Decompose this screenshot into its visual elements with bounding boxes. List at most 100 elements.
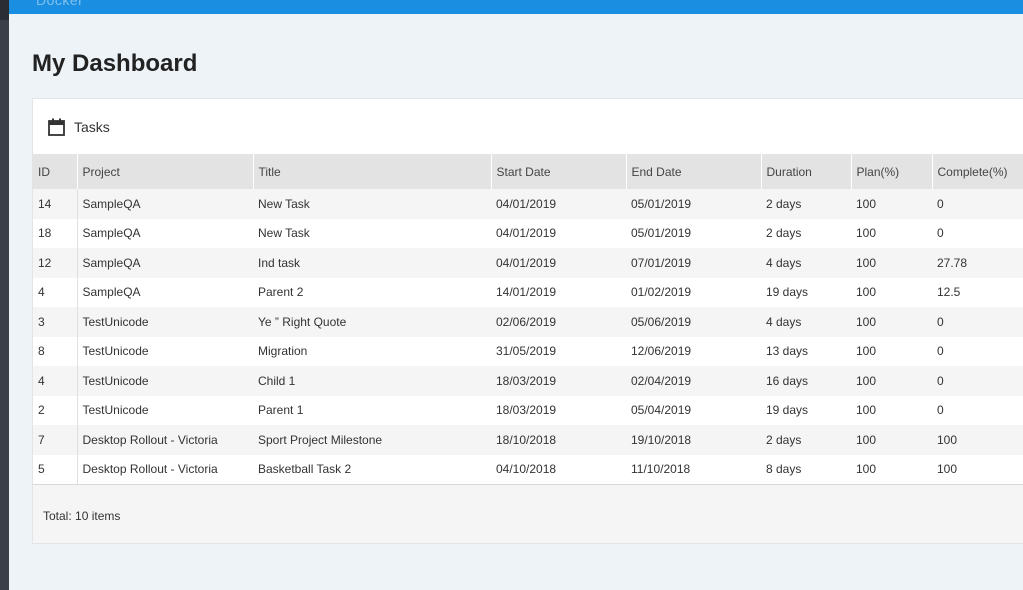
cell-project: TestUnicode: [82, 373, 149, 388]
cell-complete: 0: [937, 226, 944, 241]
cell-id: 12: [33, 248, 78, 278]
cell-id: 4: [33, 277, 78, 307]
column-header-project[interactable]: Project: [77, 154, 254, 189]
cell-title: Sport Project Milestone: [258, 432, 383, 447]
cell-project: TestUnicode: [82, 314, 149, 329]
cell-title: Ye ” Right Quote: [258, 314, 347, 329]
cell-plan: 100: [856, 285, 877, 300]
cell-start-date: 14/01/2019: [496, 285, 557, 300]
cell-end-date: 01/02/2019: [631, 285, 692, 300]
cell-id: 14: [33, 189, 78, 219]
cell-complete: 100: [937, 462, 958, 477]
cell-duration: 4 days: [766, 314, 802, 329]
cell-plan: 100: [856, 314, 877, 329]
cell-title: New Task: [258, 196, 310, 211]
table-row[interactable]: 5 Desktop Rollout - Victoria Basketball …: [33, 454, 1023, 484]
cell-start-date: 18/10/2018: [496, 432, 557, 447]
table-row[interactable]: 7 Desktop Rollout - Victoria Sport Proje…: [33, 425, 1023, 455]
cell-end-date: 05/01/2019: [631, 196, 692, 211]
cell-end-date: 12/06/2019: [631, 344, 692, 359]
column-header-title[interactable]: Title: [253, 154, 492, 189]
cell-plan: 100: [856, 432, 877, 447]
cell-id: 7: [33, 425, 78, 455]
tasks-panel: Tasks ID Project Title Start Date End Da…: [32, 98, 1023, 544]
table-row[interactable]: 2 TestUnicode Parent 1 18/03/2019 05/04/…: [33, 395, 1023, 425]
cell-title: Parent 2: [258, 285, 304, 300]
cell-title: Child 1: [258, 373, 296, 388]
column-header-plan[interactable]: Plan(%): [851, 154, 933, 189]
cell-plan: 100: [856, 255, 877, 270]
cell-id: 3: [33, 307, 78, 337]
cell-project: TestUnicode: [82, 344, 149, 359]
cell-duration: 19 days: [766, 403, 809, 418]
cell-id: 18: [33, 218, 78, 248]
top-navbar: Docker: [9, 0, 1023, 14]
cell-id: 2: [33, 395, 78, 425]
column-header-start-date[interactable]: Start Date: [491, 154, 627, 189]
cell-complete: 100: [937, 432, 958, 447]
table-row[interactable]: 14 SampleQA New Task 04/01/2019 05/01/20…: [33, 189, 1023, 219]
cell-start-date: 04/01/2019: [496, 196, 557, 211]
table-row[interactable]: 4 TestUnicode Child 1 18/03/2019 02/04/2…: [33, 366, 1023, 396]
cell-plan: 100: [856, 373, 877, 388]
cell-duration: 13 days: [766, 344, 809, 359]
cell-plan: 100: [856, 403, 877, 418]
cell-complete: 0: [937, 344, 944, 359]
cell-project: Desktop Rollout - Victoria: [82, 462, 218, 477]
cell-start-date: 18/03/2019: [496, 373, 557, 388]
cell-title: Ind task: [258, 255, 301, 270]
table-row[interactable]: 3 TestUnicode Ye ” Right Quote 02/06/201…: [33, 307, 1023, 337]
tasks-table: ID Project Title Start Date End Date Dur…: [33, 154, 1023, 484]
cell-complete: 0: [937, 373, 944, 388]
cell-duration: 19 days: [766, 285, 809, 300]
cell-complete: 27.78: [937, 255, 968, 270]
cell-id: 5: [33, 454, 78, 484]
cell-duration: 2 days: [766, 432, 802, 447]
column-header-id[interactable]: ID: [33, 154, 78, 189]
cell-start-date: 02/06/2019: [496, 314, 557, 329]
left-sidebar-edge: [0, 0, 9, 590]
table-row[interactable]: 4 SampleQA Parent 2 14/01/2019 01/02/201…: [33, 277, 1023, 307]
cell-project: SampleQA: [82, 255, 141, 270]
cell-plan: 100: [856, 344, 877, 359]
cell-end-date: 19/10/2018: [631, 432, 692, 447]
brand-logo-text[interactable]: Docker: [36, 0, 83, 8]
cell-project: TestUnicode: [82, 403, 149, 418]
cell-end-date: 05/04/2019: [631, 403, 692, 418]
page-title: My Dashboard: [32, 50, 198, 77]
cell-id: 4: [33, 366, 78, 396]
cell-start-date: 04/01/2019: [496, 255, 557, 270]
cell-title: Basketball Task 2: [258, 462, 352, 477]
cell-start-date: 18/03/2019: [496, 403, 557, 418]
cell-complete: 0: [937, 403, 944, 418]
cell-id: 8: [33, 336, 78, 366]
cell-title: New Task: [258, 226, 310, 241]
tasks-panel-header: Tasks: [33, 99, 1023, 154]
sidebar-edge-top: [0, 0, 9, 20]
cell-plan: 100: [856, 196, 877, 211]
cell-project: SampleQA: [82, 226, 141, 241]
column-header-duration[interactable]: Duration: [761, 154, 852, 189]
cell-start-date: 04/01/2019: [496, 226, 557, 241]
cell-duration: 2 days: [766, 196, 802, 211]
cell-start-date: 31/05/2019: [496, 344, 557, 359]
cell-project: SampleQA: [82, 196, 141, 211]
table-row[interactable]: 18 SampleQA New Task 04/01/2019 05/01/20…: [33, 218, 1023, 248]
total-items-count: Total: 10 items: [43, 509, 121, 523]
table-header-row: ID Project Title Start Date End Date Dur…: [33, 154, 1023, 189]
cell-title: Parent 1: [258, 403, 304, 418]
table-row[interactable]: 8 TestUnicode Migration 31/05/2019 12/06…: [33, 336, 1023, 366]
table-row[interactable]: 12 SampleQA Ind task 04/01/2019 07/01/20…: [33, 248, 1023, 278]
cell-plan: 100: [856, 226, 877, 241]
cell-end-date: 05/01/2019: [631, 226, 692, 241]
cell-end-date: 05/06/2019: [631, 314, 692, 329]
cell-project: Desktop Rollout - Victoria: [82, 432, 218, 447]
cell-end-date: 11/10/2018: [631, 462, 691, 477]
cell-complete: 0: [937, 314, 944, 329]
column-header-complete[interactable]: Complete(%): [932, 154, 1023, 189]
cell-end-date: 07/01/2019: [631, 255, 692, 270]
cell-project: SampleQA: [82, 285, 141, 300]
cell-start-date: 04/10/2018: [496, 462, 557, 477]
table-bottom-border: [33, 484, 1023, 485]
column-header-end-date[interactable]: End Date: [626, 154, 762, 189]
